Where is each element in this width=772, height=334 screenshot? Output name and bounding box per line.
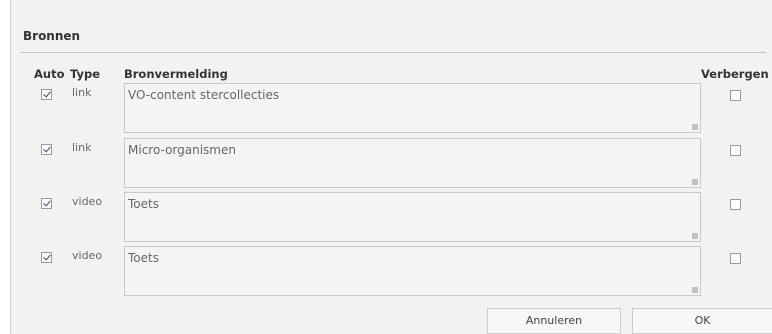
source-type: link (72, 141, 92, 154)
source-row: link Micro-organismen (11, 138, 772, 193)
resize-grip-icon[interactable] (692, 287, 698, 293)
section-title: Bronnen (23, 29, 81, 43)
cancel-button[interactable]: Annuleren (487, 308, 621, 334)
source-text: Micro-organismen (128, 143, 236, 157)
column-header-auto: Auto (34, 67, 65, 81)
source-text: Toets (128, 251, 159, 265)
section-divider (21, 52, 766, 53)
column-header-source: Bronvermelding (124, 67, 228, 81)
source-row: link VO-content stercollecties (11, 83, 772, 138)
auto-checkbox[interactable] (41, 144, 52, 155)
hide-checkbox[interactable] (730, 90, 741, 101)
source-text: Toets (128, 197, 159, 211)
source-text: VO-content stercollecties (128, 88, 280, 102)
source-type: video (72, 249, 103, 262)
source-type: link (72, 86, 92, 99)
hide-checkbox[interactable] (730, 253, 741, 264)
auto-checkbox[interactable] (41, 89, 52, 100)
source-textarea[interactable]: Toets (124, 192, 701, 242)
auto-checkbox[interactable] (41, 252, 52, 263)
source-textarea[interactable]: Micro-organismen (124, 138, 701, 188)
source-row: video Toets (11, 246, 772, 301)
resize-grip-icon[interactable] (692, 179, 698, 185)
hide-checkbox[interactable] (730, 145, 741, 156)
ok-button[interactable]: OK (632, 308, 772, 334)
sources-panel: Bronnen Auto Type Bronvermelding Verberg… (10, 0, 772, 334)
column-header-hide: Verbergen (701, 67, 769, 81)
source-type: video (72, 195, 103, 208)
source-textarea[interactable]: VO-content stercollecties (124, 83, 701, 133)
hide-checkbox[interactable] (730, 199, 741, 210)
column-header-type: Type (70, 67, 101, 81)
resize-grip-icon[interactable] (692, 233, 698, 239)
resize-grip-icon[interactable] (692, 124, 698, 130)
auto-checkbox[interactable] (41, 198, 52, 209)
source-textarea[interactable]: Toets (124, 246, 701, 296)
source-row: video Toets (11, 192, 772, 247)
